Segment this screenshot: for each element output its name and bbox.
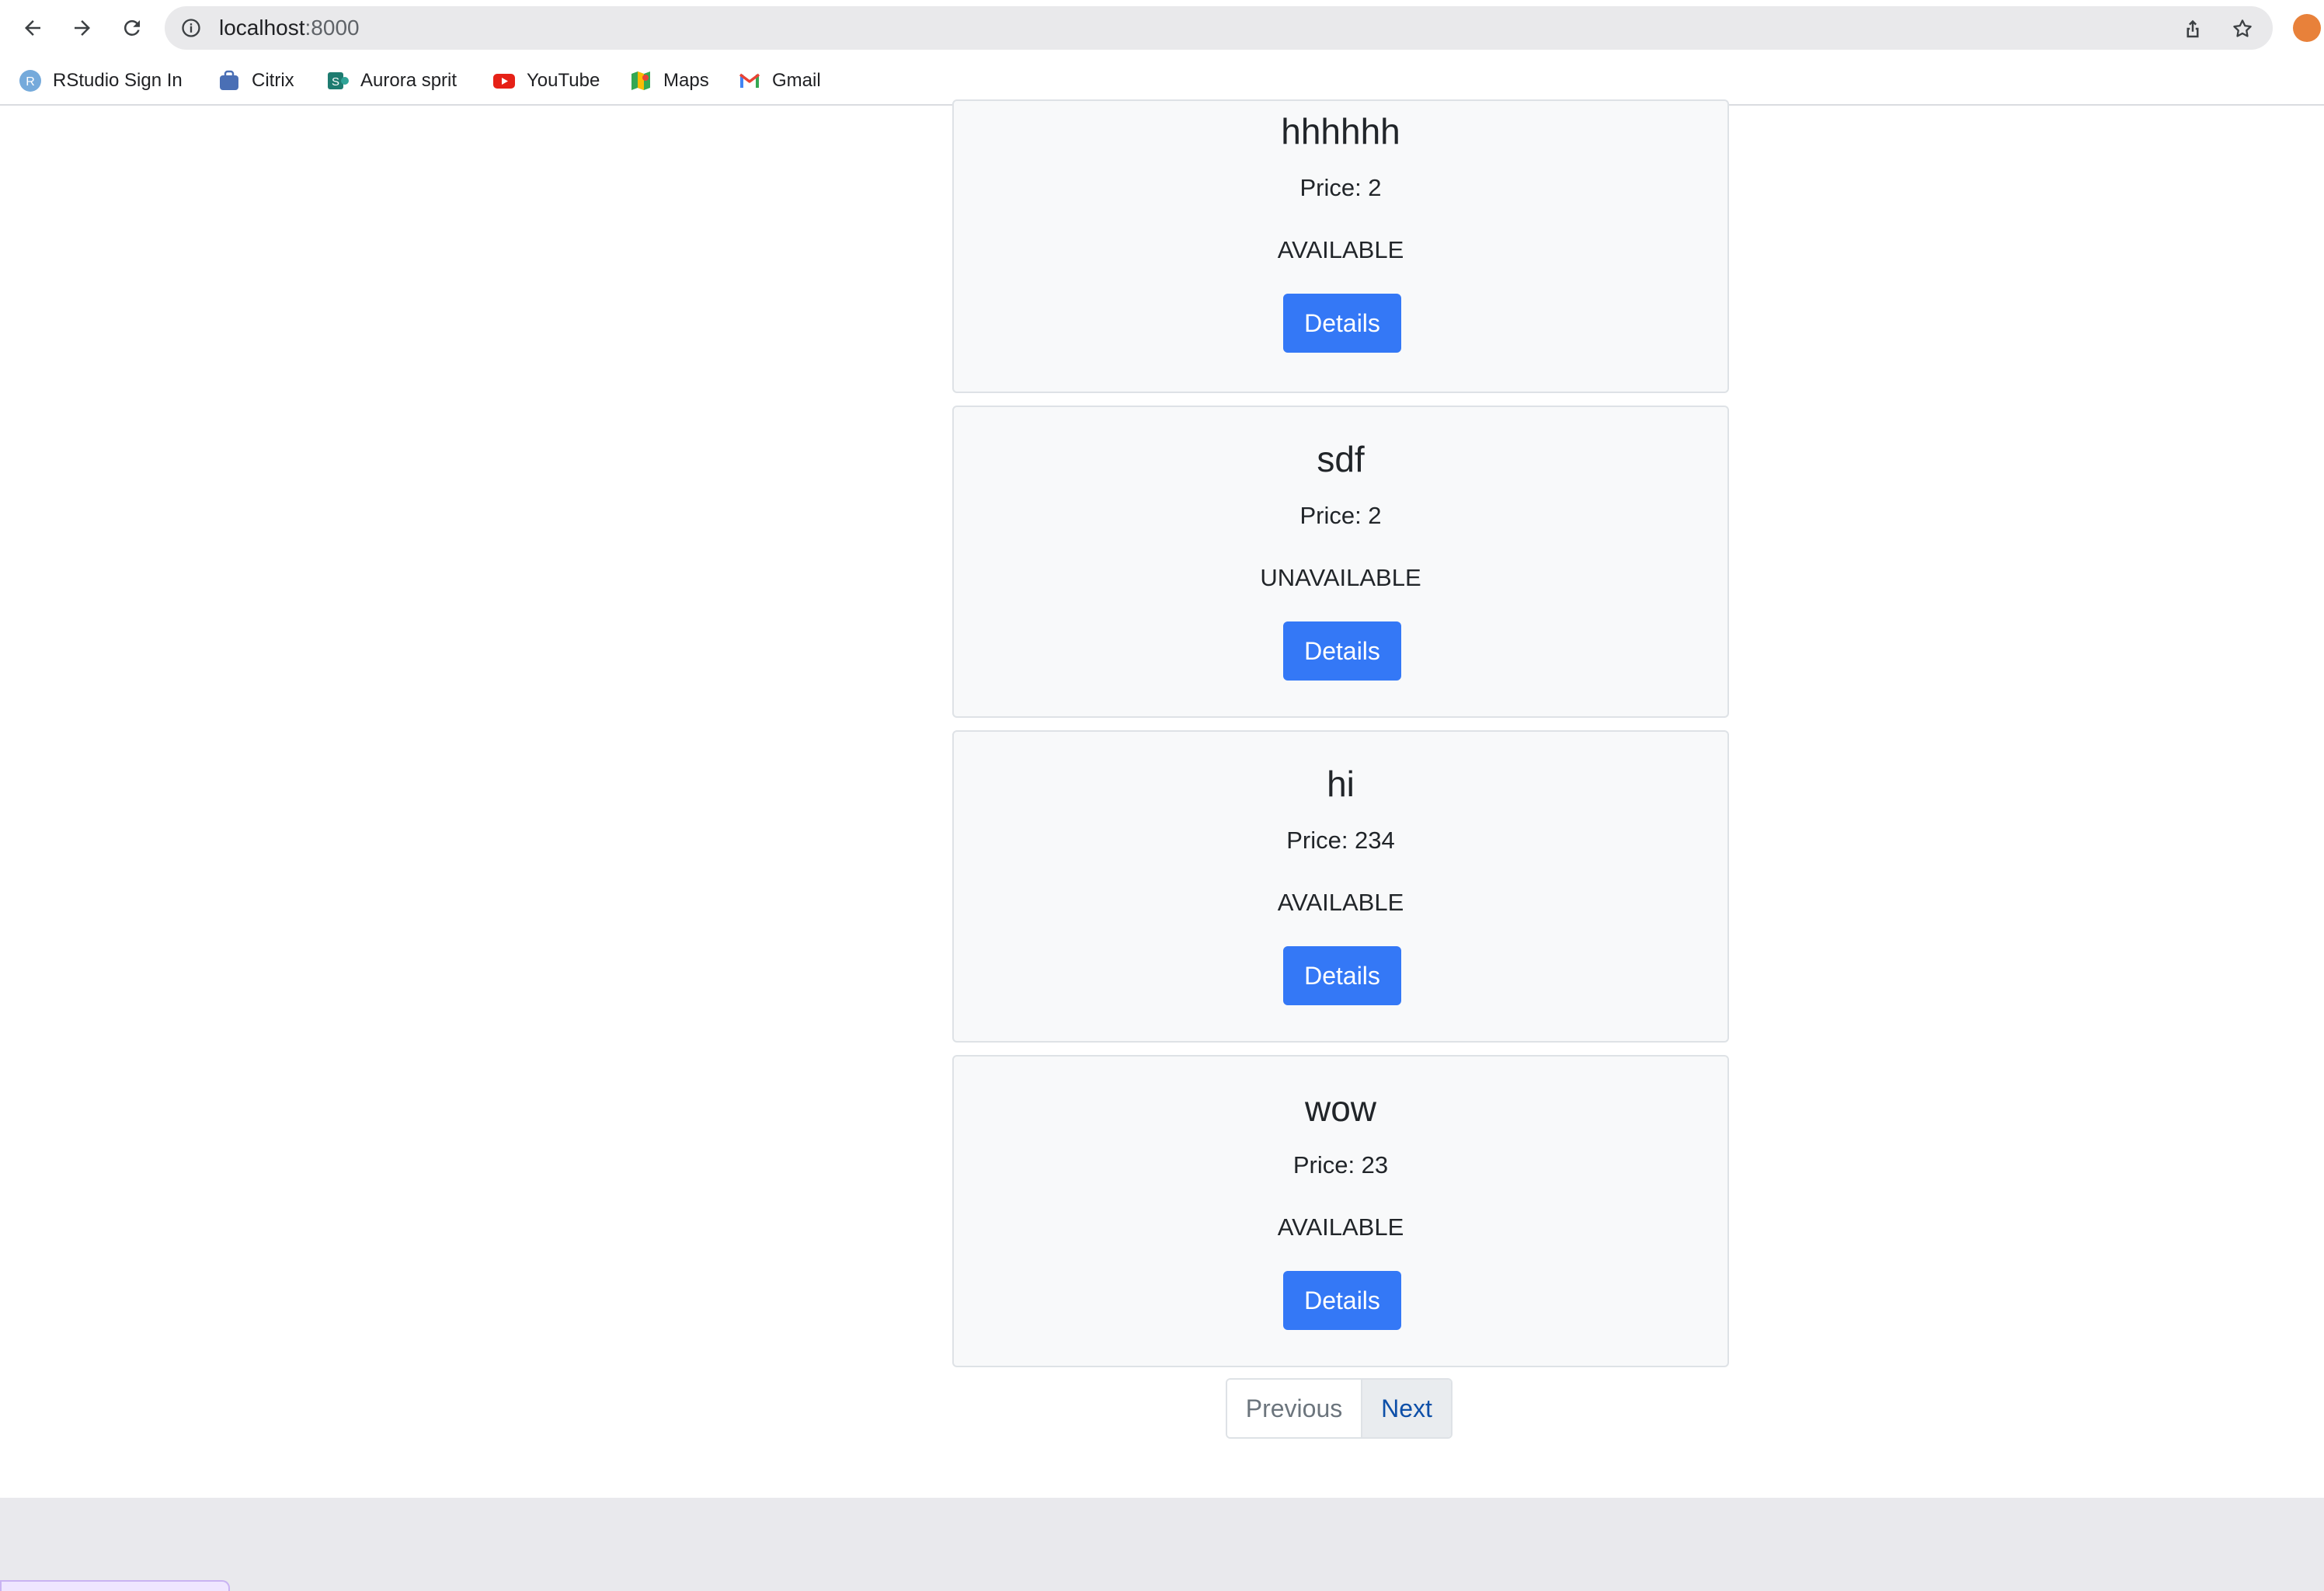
youtube-icon: [492, 69, 516, 92]
product-price: Price: 23: [1292, 1151, 1389, 1178]
extension-icon[interactable]: [2293, 14, 2321, 42]
product-name: sdf: [1317, 439, 1365, 479]
url-host: localhost: [219, 16, 305, 40]
bookmark-label: RStudio Sign In: [53, 70, 183, 91]
site-info-icon[interactable]: [180, 17, 202, 39]
product-card: sdf Price: 2 UNAVAILABLE Details: [952, 406, 1729, 718]
aurora-icon: S: [326, 69, 350, 92]
bookmark-rstudio[interactable]: R RStudio Sign In: [19, 65, 183, 96]
back-button[interactable]: [16, 11, 50, 45]
next-page-button[interactable]: Next: [1362, 1380, 1451, 1437]
rstudio-icon: R: [19, 69, 42, 92]
pagination: Previous Next: [1226, 1378, 1452, 1439]
product-card: hhhhhh Price: 2 AVAILABLE Details: [952, 99, 1729, 393]
bookmark-label: YouTube: [527, 70, 600, 91]
bookmark-gmail[interactable]: Gmail: [738, 65, 821, 96]
bookmark-maps[interactable]: Maps: [629, 65, 709, 96]
product-price: Price: 234: [1286, 827, 1395, 854]
product-name: wow: [1304, 1088, 1377, 1129]
share-icon[interactable]: [2181, 17, 2204, 40]
bookmark-label: Maps: [663, 70, 709, 91]
forward-arrow-icon: [75, 20, 90, 36]
product-status: AVAILABLE: [1277, 889, 1404, 916]
back-arrow-icon: [25, 20, 40, 36]
reload-button[interactable]: [115, 11, 149, 45]
product-card: hi Price: 234 AVAILABLE Details: [952, 730, 1729, 1043]
product-status: AVAILABLE: [1277, 236, 1404, 263]
details-button[interactable]: Details: [1283, 294, 1401, 353]
maps-icon: [629, 69, 652, 92]
product-price: Price: 2: [1299, 174, 1382, 201]
previous-page-button[interactable]: Previous: [1227, 1380, 1362, 1437]
bookmark-star-icon[interactable]: [2231, 17, 2254, 40]
bookmarks-bar: R RStudio Sign In Citrix S Aurora sprit …: [0, 56, 2324, 106]
url-text: localhost:8000: [219, 6, 360, 50]
citrix-icon: [217, 69, 241, 92]
gmail-icon: [738, 69, 761, 92]
page-footer: [0, 1498, 2324, 1591]
url-port: :8000: [304, 16, 360, 40]
page-content: hhhhhh Price: 2 AVAILABLE Details sdf Pr…: [0, 99, 2324, 1498]
product-card: wow Price: 23 AVAILABLE Details: [952, 1055, 1729, 1367]
link-status-bubble: [0, 1580, 230, 1591]
bookmark-aurora[interactable]: S Aurora sprit: [326, 65, 457, 96]
product-price: Price: 2: [1299, 502, 1382, 529]
svg-text:S: S: [332, 75, 339, 89]
reload-icon: [124, 19, 140, 36]
browser-toolbar: localhost:8000: [0, 0, 2324, 56]
forward-button[interactable]: [65, 11, 99, 45]
product-status: UNAVAILABLE: [1260, 564, 1421, 591]
details-button[interactable]: Details: [1283, 1271, 1401, 1330]
address-bar[interactable]: localhost:8000: [165, 6, 2273, 50]
svg-text:R: R: [26, 75, 35, 89]
product-status: AVAILABLE: [1277, 1213, 1404, 1241]
product-name: hi: [1327, 764, 1355, 804]
details-button[interactable]: Details: [1283, 946, 1401, 1005]
bookmark-label: Gmail: [772, 70, 821, 91]
bookmark-label: Citrix: [252, 70, 294, 91]
product-name: hhhhhh: [1281, 111, 1400, 151]
bookmark-youtube[interactable]: YouTube: [492, 65, 600, 96]
details-button[interactable]: Details: [1283, 621, 1401, 681]
bookmark-label: Aurora sprit: [360, 70, 457, 91]
bookmark-citrix[interactable]: Citrix: [217, 65, 294, 96]
